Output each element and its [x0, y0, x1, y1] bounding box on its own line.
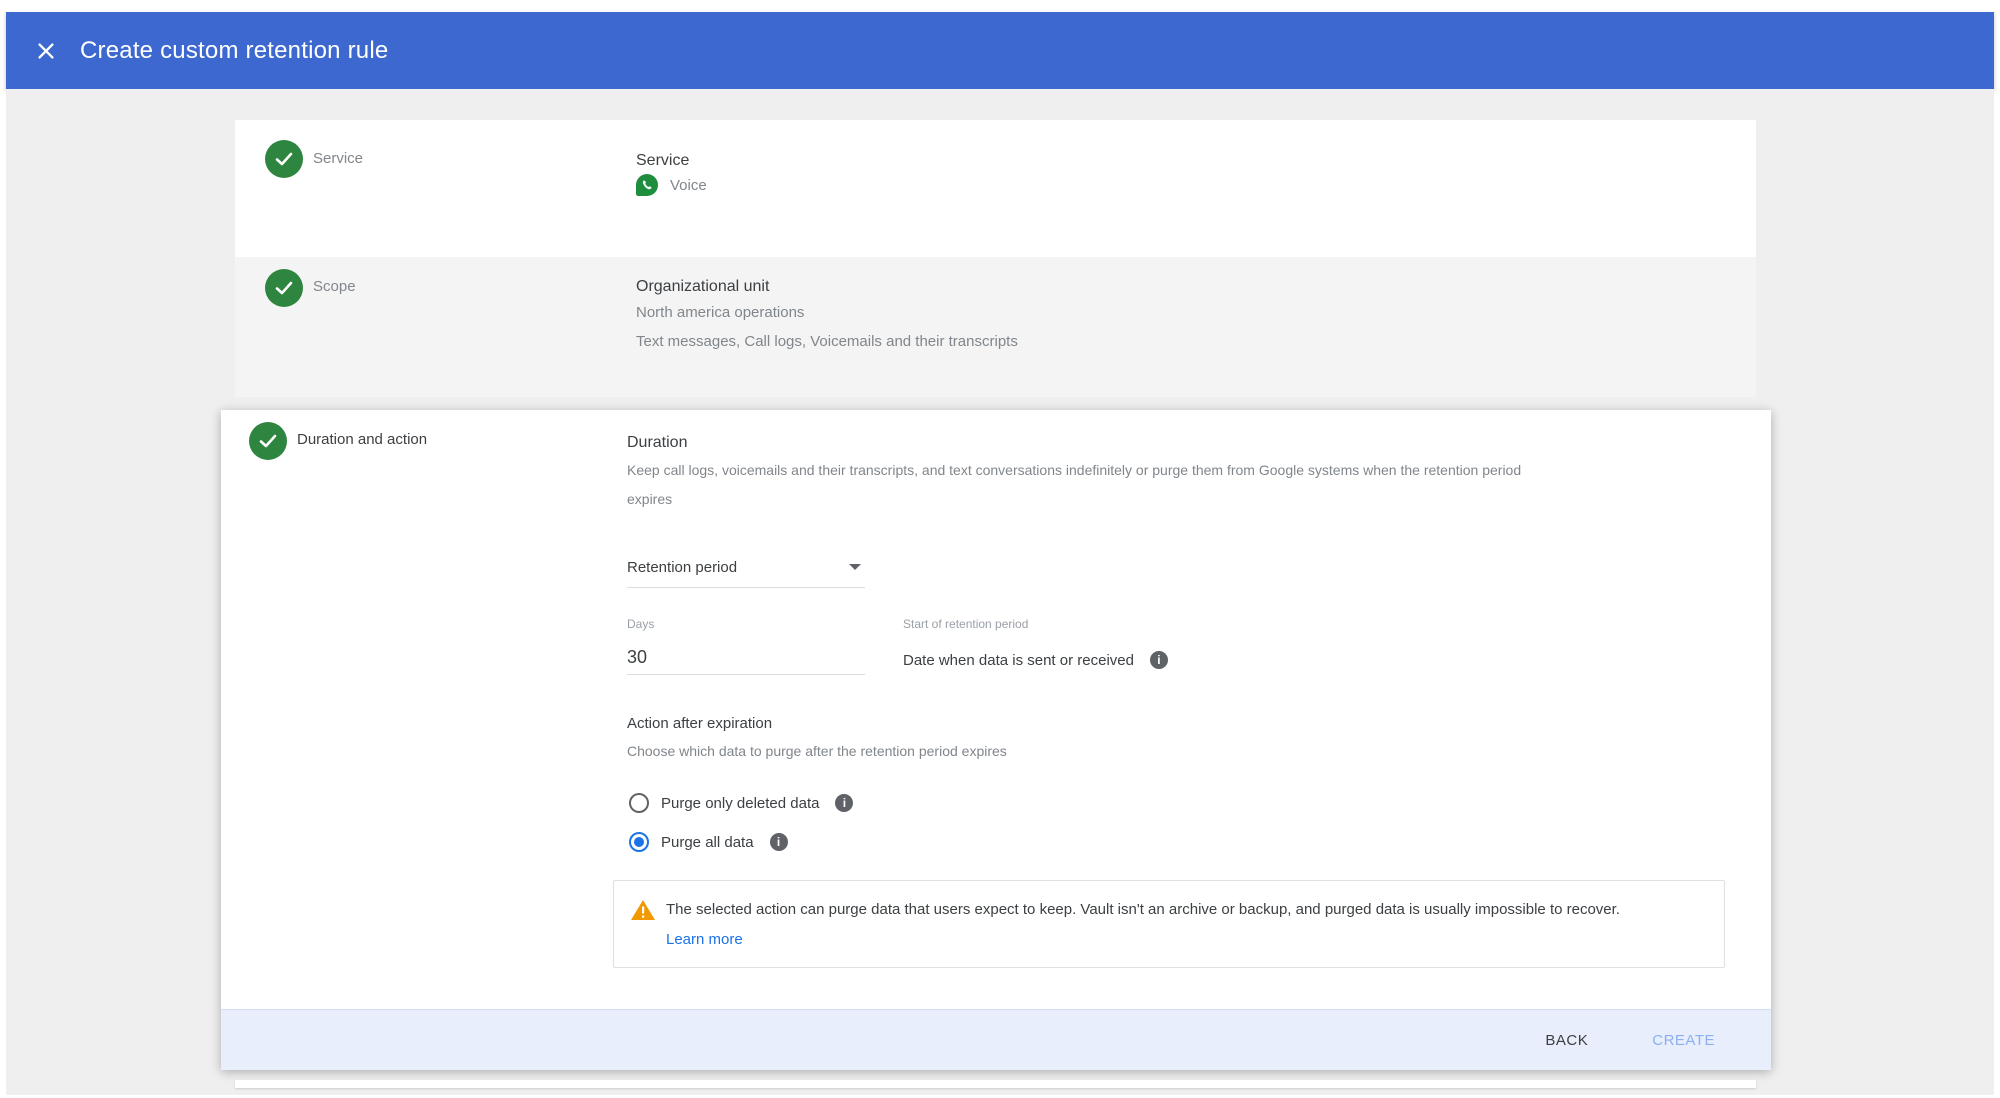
- radio-purge-all[interactable]: Purge all data i: [629, 832, 788, 852]
- check-circle-icon: [249, 422, 287, 460]
- retention-period-select[interactable]: Retention period: [627, 547, 865, 588]
- info-icon[interactable]: i: [769, 833, 788, 851]
- close-button[interactable]: [26, 31, 66, 71]
- start-period-value: Date when data is sent or received: [903, 651, 1134, 669]
- create-button[interactable]: CREATE: [1638, 1024, 1729, 1057]
- radio-purge-all-label: Purge all data: [661, 833, 754, 851]
- step-footer: BACK CREATE: [221, 1009, 1771, 1070]
- action-description: Choose which data to purge after the ret…: [627, 743, 1007, 759]
- start-period-label: Start of retention period: [903, 617, 1029, 631]
- duration-description-cont: expires: [627, 491, 673, 507]
- check-circle-icon: [265, 269, 303, 307]
- step-scope-label: Scope: [313, 278, 356, 295]
- scope-org-unit: North america operations: [636, 304, 805, 321]
- page-title: Create custom retention rule: [80, 36, 389, 64]
- close-icon: [38, 42, 54, 59]
- check-circle-icon: [265, 140, 303, 178]
- info-icon[interactable]: i: [1149, 651, 1168, 669]
- chevron-down-icon: [849, 564, 861, 570]
- card-edge: [235, 1080, 1756, 1088]
- duration-title: Duration: [627, 434, 688, 451]
- top-app-bar: Create custom retention rule: [6, 12, 1994, 89]
- info-icon[interactable]: i: [835, 794, 854, 812]
- scope-detail: Text messages, Call logs, Voicemails and…: [636, 333, 1018, 350]
- radio-purge-deleted-label: Purge only deleted data: [661, 794, 820, 812]
- warning-banner: The selected action can purge data that …: [613, 880, 1725, 968]
- days-label: Days: [627, 617, 655, 631]
- radio-button[interactable]: [629, 793, 649, 813]
- back-button[interactable]: BACK: [1531, 1024, 1602, 1057]
- days-input[interactable]: [627, 640, 865, 675]
- service-field-title: Service: [636, 152, 690, 169]
- service-value: Voice: [636, 174, 707, 196]
- step-scope[interactable]: Scope Organizational unit North america …: [235, 257, 1756, 397]
- learn-more-link[interactable]: Learn more: [666, 931, 743, 948]
- scope-field-title: Organizational unit: [636, 278, 770, 295]
- warning-icon: [631, 900, 655, 920]
- step-duration-action: Duration and action Duration Keep call l…: [221, 410, 1771, 1070]
- retention-period-value: Retention period: [627, 558, 738, 576]
- duration-description: Keep call logs, voicemails and their tra…: [627, 462, 1522, 478]
- action-title: Action after expiration: [627, 715, 773, 732]
- step-service[interactable]: Service Service Voice: [235, 120, 1756, 257]
- radio-button-selected[interactable]: [629, 832, 649, 852]
- step-duration-label: Duration and action: [297, 431, 428, 448]
- radio-purge-deleted[interactable]: Purge only deleted data i: [629, 793, 854, 813]
- warning-text: The selected action can purge data that …: [666, 901, 1620, 918]
- service-value-text: Voice: [670, 176, 707, 194]
- step-service-label: Service: [313, 150, 364, 167]
- voice-icon: [636, 174, 658, 196]
- start-period-row: Date when data is sent or received i: [903, 651, 1168, 669]
